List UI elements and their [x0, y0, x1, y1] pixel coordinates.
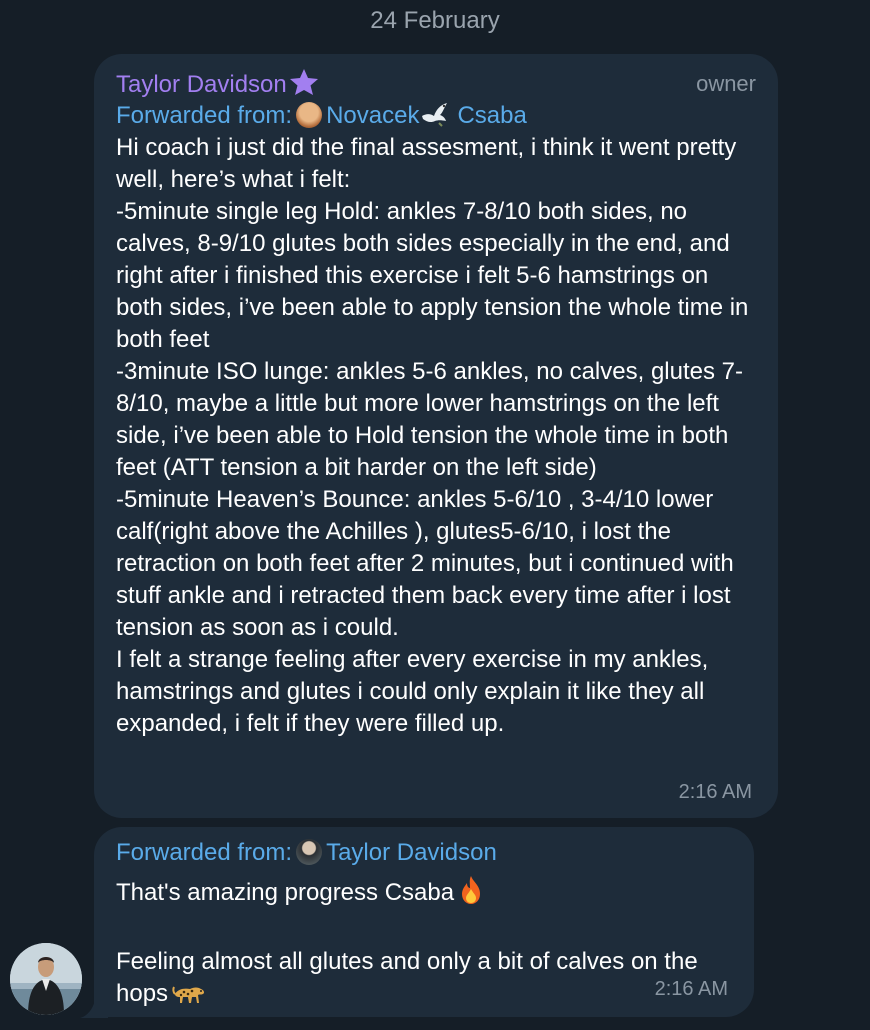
forwarded-name[interactable]: Taylor Davidson	[326, 839, 497, 866]
bubble-tail	[80, 996, 108, 1018]
leopard-emoji	[172, 982, 206, 1015]
sender-name[interactable]: Taylor Davidson	[116, 71, 287, 98]
forwarded-label: Forwarded from:	[116, 102, 293, 129]
fire-emoji	[458, 875, 484, 914]
sender-row: Taylor Davidson owner	[116, 68, 756, 100]
message-time: 2:16 AM	[654, 978, 728, 1000]
message-bubble[interactable]: Taylor Davidson owner Forwarded from: Nov…	[94, 54, 778, 818]
date-separator: 24 February	[370, 7, 500, 34]
forwarded-avatar	[296, 839, 323, 865]
forwarded-label: Forwarded from:	[116, 839, 293, 866]
message-line-1: That's amazing progress Csaba	[116, 879, 455, 906]
forwarded-name[interactable]: Novacek	[326, 102, 419, 129]
message-bubble-2[interactable]: Forwarded from: Taylor Davidson That's am…	[94, 827, 754, 1017]
role-badge: owner	[696, 71, 756, 96]
forwarded-avatar	[296, 102, 323, 128]
avatar[interactable]	[10, 943, 82, 1015]
star-icon	[289, 68, 319, 96]
forwarded-name-2[interactable]: Csaba	[457, 102, 526, 129]
dove-icon	[419, 101, 449, 127]
forwarded-header[interactable]: Forwarded from: Taylor Davidson	[116, 837, 732, 869]
message-text: Hi coach i just did the final assesment,…	[116, 134, 749, 737]
forwarded-header[interactable]: Forwarded from: Novacek Csaba	[116, 100, 756, 132]
message-time: 2:16 AM	[678, 781, 752, 803]
message-text: That's amazing progress Csaba Feeling al…	[116, 875, 736, 1015]
